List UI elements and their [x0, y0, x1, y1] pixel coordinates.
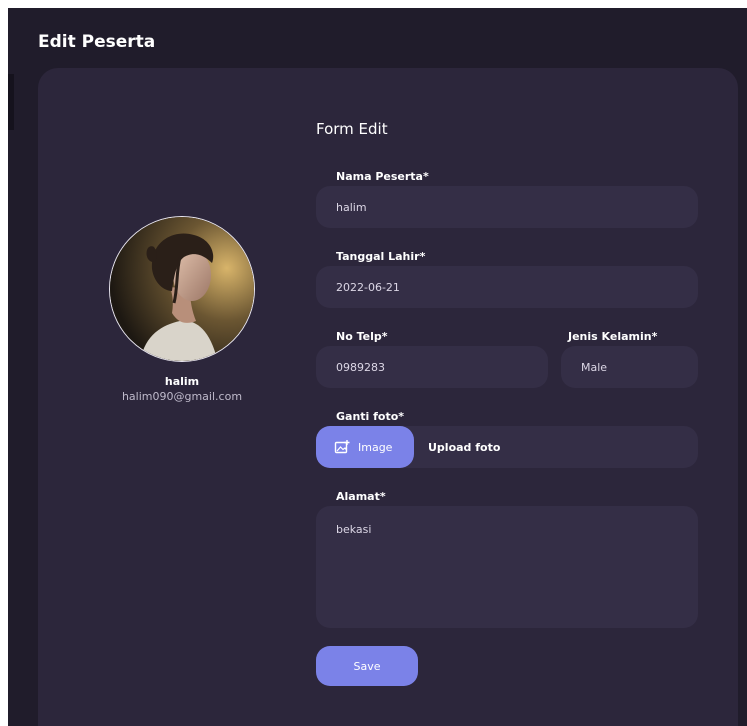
image-add-icon	[334, 439, 350, 455]
telp-label: No Telp*	[336, 330, 388, 343]
profile-name: halim	[164, 375, 200, 388]
sidebar-edge	[8, 74, 14, 130]
nama-label: Nama Peserta*	[336, 170, 429, 183]
gender-select[interactable]: Male	[561, 346, 698, 388]
image-upload-button[interactable]: Image	[316, 426, 414, 468]
profile-email: halim090@gmail.com	[121, 390, 243, 403]
profile-panel: halim halim090@gmail.com	[102, 216, 262, 403]
image-button-label: Image	[358, 440, 393, 454]
nama-input[interactable]: halim	[316, 186, 698, 228]
foto-label: Ganti foto*	[336, 410, 405, 423]
form-title: Form Edit	[316, 120, 388, 138]
edit-card: halim halim090@gmail.com Form Edit Nama …	[38, 68, 738, 726]
alamat-textarea[interactable]: bekasi	[316, 506, 698, 628]
telp-input[interactable]: 0989283	[316, 346, 548, 388]
avatar-image	[110, 217, 254, 361]
save-button[interactable]: Save	[316, 646, 418, 686]
alamat-label: Alamat*	[336, 490, 386, 503]
page-title: Edit Peserta	[38, 32, 156, 52]
upload-hint: Upload foto	[428, 440, 501, 454]
gender-label: Jenis Kelamin*	[568, 330, 658, 343]
avatar	[109, 216, 255, 362]
upload-row: Image Upload foto	[316, 426, 698, 468]
tanggal-input[interactable]: 2022-06-21	[316, 266, 698, 308]
app-window: Edit Peserta halim halim090@gmail.com Fo…	[8, 8, 747, 726]
tanggal-label: Tanggal Lahir*	[336, 250, 426, 263]
